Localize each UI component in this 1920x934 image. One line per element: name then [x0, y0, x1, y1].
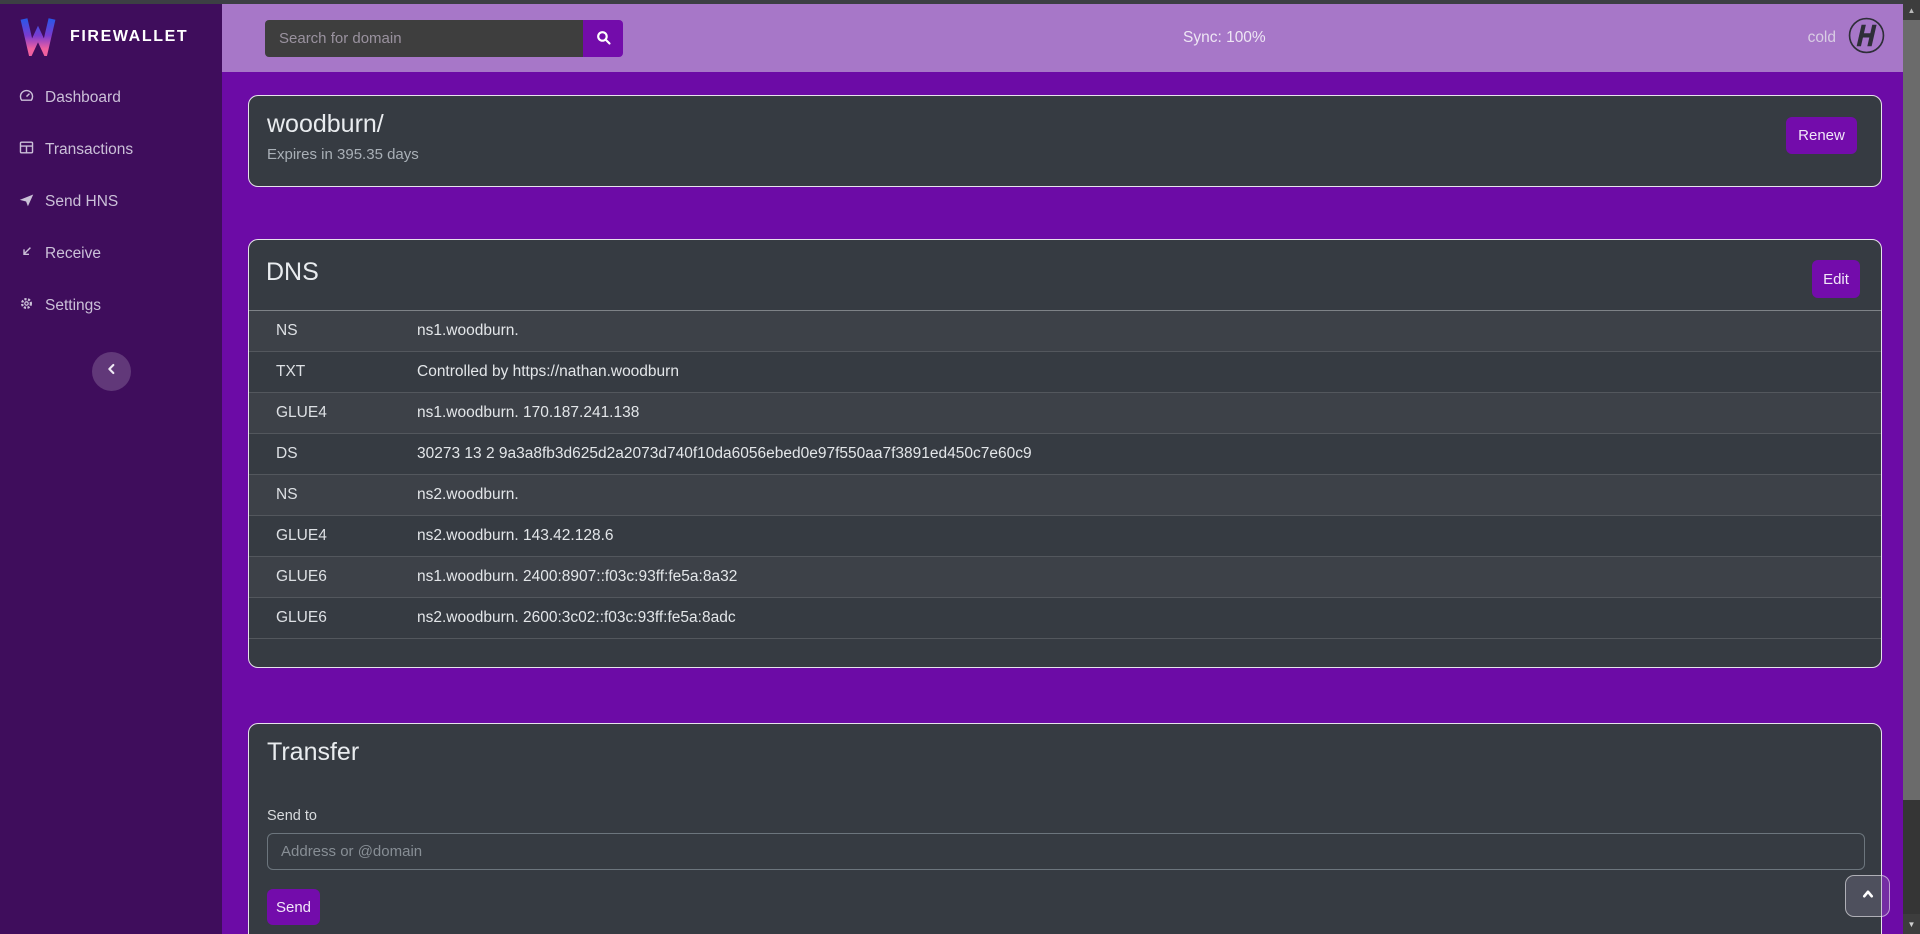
domain-card: woodburn/ Expires in 395.35 days Renew: [248, 95, 1882, 187]
search-input[interactable]: [265, 20, 583, 57]
scrollbar-down-arrow[interactable]: ▼: [1903, 914, 1920, 934]
scroll-to-top-button[interactable]: [1845, 875, 1890, 917]
brand[interactable]: FIREWALLET: [0, 4, 222, 61]
transfer-card: Transfer Send to Send: [248, 723, 1882, 934]
edit-dns-button[interactable]: Edit: [1812, 260, 1860, 298]
dns-record-type: DS: [276, 445, 417, 463]
main-content: woodburn/ Expires in 395.35 days Renew D…: [222, 72, 1903, 934]
dns-record-row: GLUE4 ns2.woodburn. 143.42.128.6: [249, 516, 1881, 557]
dns-record-row: GLUE6 ns1.woodburn. 2400:8907::f03c:93ff…: [249, 557, 1881, 598]
sidebar-item-label: Transactions: [45, 141, 133, 159]
dns-record-value: 30273 13 2 9a3a8fb3d625d2a2073d740f10da6…: [417, 445, 1032, 463]
transfer-address-input[interactable]: [267, 833, 1865, 870]
domain-expiry: Expires in 395.35 days: [267, 146, 1863, 163]
dns-record-type: GLUE4: [276, 404, 417, 422]
dns-record-row: GLUE6 ns2.woodburn. 2600:3c02::f03c:93ff…: [249, 598, 1881, 639]
sync-status: Sync: 100%: [1183, 4, 1266, 72]
dns-record-row: DS 30273 13 2 9a3a8fb3d625d2a2073d740f10…: [249, 434, 1881, 475]
sidebar-item-label: Dashboard: [45, 89, 121, 107]
domain-title: woodburn/: [267, 110, 1863, 139]
dns-record-value: ns1.woodburn. 170.187.241.138: [417, 404, 639, 422]
dns-record-type: GLUE4: [276, 527, 417, 545]
sidebar-item-label: Receive: [45, 245, 101, 263]
sidebar-item-transactions[interactable]: Transactions: [18, 135, 222, 165]
sidebar-item-settings[interactable]: Settings: [18, 291, 222, 321]
sidebar-item-receive[interactable]: Receive: [18, 239, 222, 269]
dns-record-type: NS: [276, 486, 417, 504]
search-icon: [595, 29, 612, 49]
dns-card: DNS Edit NS ns1.woodburn. TXT Controlled…: [248, 239, 1882, 668]
dns-record-row: NS ns2.woodburn.: [249, 475, 1881, 516]
dns-record-value: ns1.woodburn.: [417, 322, 519, 340]
search-button[interactable]: [583, 20, 623, 57]
wallet-switcher[interactable]: cold: [1808, 4, 1885, 72]
chevron-up-icon: [1859, 885, 1877, 908]
dashboard-gauge-icon: [18, 87, 35, 109]
transactions-table-icon: [18, 139, 35, 161]
chevron-left-icon: [104, 361, 120, 382]
renew-button[interactable]: Renew: [1786, 117, 1857, 154]
brand-name: FIREWALLET: [70, 28, 188, 46]
dns-record-value: ns1.woodburn. 2400:8907::f03c:93ff:fe5a:…: [417, 568, 737, 586]
handshake-logo-icon: [1848, 17, 1885, 59]
sidebar-item-send-hns[interactable]: Send HNS: [18, 187, 222, 217]
firewallet-logo-icon: [16, 12, 60, 61]
settings-gear-icon: [18, 295, 35, 317]
dns-record-type: GLUE6: [276, 609, 417, 627]
receive-arrow-icon: [18, 243, 35, 265]
dns-record-table: NS ns1.woodburn. TXT Controlled by https…: [249, 311, 1881, 639]
dns-record-row: TXT Controlled by https://nathan.woodbur…: [249, 352, 1881, 393]
page-scrollbar[interactable]: ▲ ▼: [1903, 0, 1920, 934]
dns-record-row: GLUE4 ns1.woodburn. 170.187.241.138: [249, 393, 1881, 434]
dns-record-row: NS ns1.woodburn.: [249, 311, 1881, 352]
dns-card-header: DNS Edit: [249, 240, 1881, 311]
sidebar-item-label: Settings: [45, 297, 101, 315]
sidebar-nav: Dashboard Transactions Send HNS: [0, 83, 222, 343]
dns-record-value: ns2.woodburn.: [417, 486, 519, 504]
sidebar-item-label: Send HNS: [45, 193, 118, 211]
dns-record-type: NS: [276, 322, 417, 340]
sidebar: FIREWALLET Dashboard Transactions: [0, 4, 222, 934]
send-transfer-button[interactable]: Send: [267, 889, 320, 925]
dns-record-value: Controlled by https://nathan.woodburn: [417, 363, 679, 381]
dns-record-value: ns2.woodburn. 2600:3c02::f03c:93ff:fe5a:…: [417, 609, 736, 627]
send-to-label: Send to: [267, 808, 1863, 824]
wallet-name: cold: [1808, 29, 1836, 47]
sidebar-collapse-button[interactable]: [92, 352, 131, 391]
dns-record-type: TXT: [276, 363, 417, 381]
dns-record-value: ns2.woodburn. 143.42.128.6: [417, 527, 614, 545]
dns-record-type: GLUE6: [276, 568, 417, 586]
topbar: Sync: 100% cold: [222, 4, 1903, 72]
scrollbar-thumb[interactable]: [1903, 20, 1920, 800]
sidebar-item-dashboard[interactable]: Dashboard: [18, 83, 222, 113]
send-plane-icon: [18, 191, 35, 213]
dns-title: DNS: [266, 258, 1863, 287]
transfer-title: Transfer: [267, 738, 1863, 767]
search-bar: [265, 20, 623, 57]
scrollbar-up-arrow[interactable]: ▲: [1903, 0, 1920, 20]
